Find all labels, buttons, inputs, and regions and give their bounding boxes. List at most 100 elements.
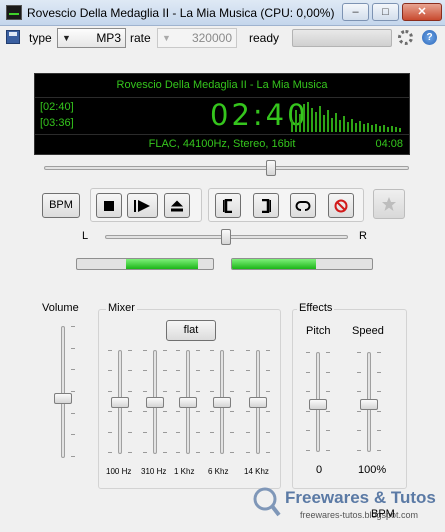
favorite-button[interactable] [373, 189, 405, 219]
slider-tick [176, 350, 180, 351]
slider-tick [306, 391, 310, 392]
type-label: type [29, 31, 52, 45]
spectrum-bar [391, 126, 393, 132]
slider-tick [71, 413, 75, 414]
slider-tick [306, 430, 310, 431]
right-level-fill [232, 259, 316, 269]
slider-tick [108, 391, 112, 392]
slider-tick [176, 411, 180, 412]
elapsed-time: [02:40] [40, 101, 74, 113]
slider-tick [357, 391, 361, 392]
spectrum-bar [299, 114, 301, 132]
seek-thumb[interactable] [266, 160, 276, 176]
slider-track[interactable] [61, 326, 65, 458]
spectrum-bar [335, 113, 337, 132]
slider-tick [266, 452, 270, 453]
slider-tick [71, 456, 75, 457]
eq-band-label: 6 Khz [208, 467, 229, 476]
slider-tick [377, 352, 381, 353]
spectrum-bar [379, 126, 381, 132]
slider-tick [326, 450, 330, 451]
slider-tick [196, 411, 200, 412]
maximize-button[interactable]: □ [372, 3, 399, 21]
spectrum-bar [295, 110, 297, 132]
spectrum-bar [319, 106, 321, 132]
gear-icon[interactable] [398, 30, 413, 45]
slider-tick [326, 430, 330, 431]
minimize-button[interactable]: – [342, 3, 369, 21]
slider-tick [163, 370, 167, 371]
spectrum-bar [367, 123, 369, 132]
slider-thumb[interactable] [146, 397, 164, 408]
seek-slider[interactable] [44, 166, 409, 170]
slider-tick [210, 370, 214, 371]
slider-tick [176, 452, 180, 453]
spectrum-bar [363, 124, 365, 132]
slider-tick [266, 370, 270, 371]
slider-thumb[interactable] [360, 399, 378, 410]
eq-band-label: 1 Khz [174, 467, 195, 476]
slider-tick [266, 391, 270, 392]
mark-out-button[interactable] [253, 193, 279, 218]
spectrum-bar [387, 127, 389, 132]
slider-tick [377, 411, 381, 412]
type-select[interactable]: ▼ MP3 [57, 28, 126, 48]
eject-button[interactable] [164, 193, 190, 218]
slider-tick [266, 350, 270, 351]
slider-tick [210, 432, 214, 433]
play-button[interactable] [127, 193, 158, 218]
slider-tick [196, 432, 200, 433]
slider-tick [326, 391, 330, 392]
slider-tick [230, 432, 234, 433]
spectrum-bar [339, 120, 341, 132]
mark-in-icon [223, 198, 232, 213]
pitch-slider[interactable] [306, 352, 330, 452]
save-icon[interactable] [6, 30, 20, 44]
slider-thumb[interactable] [54, 393, 72, 404]
eq-band-slider[interactable] [210, 350, 234, 454]
slider-tick [71, 391, 75, 392]
close-button[interactable]: ✕ [402, 3, 442, 21]
watermark-brand: Freewares & Tutos [285, 488, 436, 507]
slider-thumb[interactable] [249, 397, 267, 408]
help-icon[interactable]: ? [422, 30, 437, 45]
eq-band-slider[interactable] [143, 350, 167, 454]
eq-band-slider[interactable] [246, 350, 270, 454]
slider-tick [176, 370, 180, 371]
star-icon [382, 197, 396, 211]
slider-thumb[interactable] [111, 397, 129, 408]
slider-tick [71, 369, 75, 370]
total-time: [03:36] [40, 117, 74, 129]
slider-tick [306, 372, 310, 373]
slider-tick [210, 452, 214, 453]
loop-button[interactable] [290, 193, 316, 218]
speed-slider[interactable] [357, 352, 381, 452]
slider-thumb[interactable] [213, 397, 231, 408]
stop-button[interactable] [96, 193, 122, 218]
slider-thumb[interactable] [179, 397, 197, 408]
spectrum-bar [383, 125, 385, 132]
mark-in-button[interactable] [215, 193, 241, 218]
slider-tick [246, 452, 250, 453]
slider-tick [326, 411, 330, 412]
spectrum-bar [355, 123, 357, 132]
volume-slider[interactable] [51, 326, 75, 458]
progress-bar [292, 29, 392, 47]
slider-tick [143, 452, 147, 453]
mixer-label: Mixer [106, 302, 137, 314]
eq-band-slider[interactable] [176, 350, 200, 454]
flat-button[interactable]: flat [166, 320, 216, 341]
eq-band-slider[interactable] [108, 350, 132, 454]
slider-tick [357, 411, 361, 412]
eject-icon [171, 200, 183, 211]
slider-tick [108, 432, 112, 433]
balance-thumb[interactable] [221, 229, 231, 245]
bpm-button[interactable]: BPM [42, 193, 80, 218]
slider-thumb[interactable] [309, 399, 327, 410]
title-bar: Rovescio Della Medaglia II - La Mia Musi… [0, 0, 445, 26]
slider-tick [176, 391, 180, 392]
slider-tick [108, 452, 112, 453]
rate-select[interactable]: ▼ 320000 [157, 28, 237, 48]
slider-tick [230, 370, 234, 371]
cancel-button[interactable] [328, 193, 354, 218]
